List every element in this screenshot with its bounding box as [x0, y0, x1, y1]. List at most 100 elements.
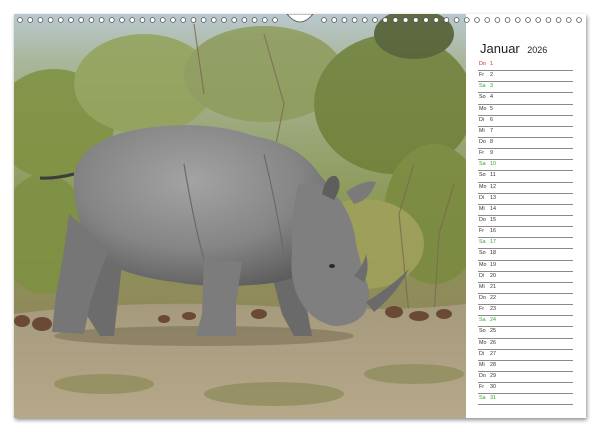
weekday-label: Do	[479, 61, 486, 67]
day-row: Fr 2	[478, 71, 573, 83]
day-row: Di 6	[478, 116, 573, 127]
day-row: Sa 3	[478, 82, 573, 94]
day-row: Mi 14	[478, 205, 573, 216]
day-number: 8	[490, 138, 493, 145]
day-number: 24	[490, 317, 496, 324]
day-row: Mo 12	[478, 183, 573, 194]
calendar-page: Januar 2026 Do 1 Fr 2 Sa 3 So 4 Mo 5 Di 6 Mi 7 Do 8 Fr 9 S…	[14, 14, 586, 418]
day-row: Sa 17	[478, 238, 573, 250]
weekday-label: Mi	[479, 205, 485, 212]
day-row: Do 15	[478, 216, 573, 228]
day-number: 12	[490, 183, 496, 190]
day-number: 23	[490, 306, 496, 313]
weekday-label: Mo	[479, 261, 487, 268]
day-number: 14	[490, 205, 496, 212]
day-row: So 25	[478, 327, 573, 339]
day-row: Sa 31	[478, 394, 573, 406]
weekday-label: So	[479, 94, 486, 101]
month-header: Januar 2026	[480, 40, 547, 58]
day-row: Di 27	[478, 350, 573, 361]
day-number: 10	[490, 161, 496, 168]
day-row: Sa 24	[478, 316, 573, 328]
weekday-label: Mo	[479, 183, 487, 190]
rhino-photo	[14, 14, 466, 418]
day-number: 6	[490, 116, 493, 123]
day-number: 13	[490, 194, 496, 201]
day-number: 15	[490, 216, 496, 223]
weekday-label: Do	[479, 216, 486, 223]
weekday-label: So	[479, 250, 486, 257]
weekday-label: Mi	[479, 361, 485, 368]
day-row: Do 8	[478, 138, 573, 150]
day-number: 2	[490, 72, 493, 79]
weekday-label: Mo	[479, 105, 487, 112]
day-row: Do 29	[478, 372, 573, 384]
day-row: So 18	[478, 249, 573, 261]
weekday-label: Do	[479, 372, 486, 379]
day-number: 5	[490, 105, 493, 112]
day-number: 1	[490, 61, 493, 67]
day-row: Fr 9	[478, 149, 573, 161]
day-row: Mi 7	[478, 127, 573, 138]
weekday-label: Fr	[479, 306, 485, 313]
weekday-label: Di	[479, 272, 485, 279]
weekday-label: Sa	[479, 83, 486, 90]
day-number: 27	[490, 350, 496, 357]
day-number: 21	[490, 283, 496, 290]
day-number: 22	[490, 294, 496, 301]
month-name: Januar	[480, 41, 520, 56]
day-row: Mo 19	[478, 261, 573, 272]
day-number: 26	[490, 339, 496, 346]
weekday-label: So	[479, 328, 486, 335]
day-row: So 4	[478, 93, 573, 105]
day-row: Mo 26	[478, 339, 573, 350]
weekday-label: Fr	[479, 228, 485, 235]
day-row: Mi 28	[478, 361, 573, 372]
month-year: 2026	[527, 45, 548, 55]
day-list: Do 1 Fr 2 Sa 3 So 4 Mo 5 Di 6 Mi 7 Do 8 Fr 9 Sa 10 So 11 Mo 12 D…	[478, 60, 573, 406]
weekday-label: Fr	[479, 72, 485, 79]
day-number: 30	[490, 384, 496, 391]
weekday-label: Mi	[479, 127, 485, 134]
day-number: 3	[490, 83, 493, 90]
weekday-label: Di	[479, 350, 485, 357]
day-number: 19	[490, 261, 496, 268]
calendar-sidebar: Januar 2026 Do 1 Fr 2 Sa 3 So 4 Mo 5 Di 6 Mi 7 Do 8 Fr 9 S…	[466, 14, 586, 418]
day-row: Fr 16	[478, 227, 573, 239]
weekday-label: Do	[479, 294, 486, 301]
day-number: 31	[490, 395, 496, 402]
weekday-label: Mo	[479, 339, 487, 346]
day-number: 28	[490, 361, 496, 368]
day-number: 29	[490, 372, 496, 379]
day-row: Do 1	[478, 60, 573, 72]
day-number: 17	[490, 239, 496, 246]
weekday-label: Sa	[479, 317, 486, 324]
weekday-label: Di	[479, 194, 485, 201]
day-number: 4	[490, 94, 493, 101]
day-row: Sa 10	[478, 160, 573, 172]
day-number: 16	[490, 228, 496, 235]
day-number: 7	[490, 127, 493, 134]
weekday-label: So	[479, 172, 486, 179]
day-row: Mi 21	[478, 283, 573, 294]
day-row: Do 22	[478, 294, 573, 306]
weekday-label: Di	[479, 116, 485, 123]
day-row: So 11	[478, 171, 573, 183]
weekday-label: Fr	[479, 384, 485, 391]
day-row: Di 13	[478, 194, 573, 205]
day-number: 11	[490, 172, 496, 179]
day-row: Fr 23	[478, 305, 573, 317]
day-number: 18	[490, 250, 496, 257]
day-number: 9	[490, 150, 493, 157]
weekday-label: Do	[479, 138, 486, 145]
weekday-label: Mi	[479, 283, 485, 290]
weekday-label: Sa	[479, 161, 486, 168]
weekday-label: Fr	[479, 150, 485, 157]
day-number: 20	[490, 272, 496, 279]
day-number: 25	[490, 328, 496, 335]
day-row: Fr 30	[478, 383, 573, 395]
day-row: Mo 5	[478, 105, 573, 116]
weekday-label: Sa	[479, 239, 486, 246]
day-row: Di 20	[478, 272, 573, 283]
weekday-label: Sa	[479, 395, 486, 402]
